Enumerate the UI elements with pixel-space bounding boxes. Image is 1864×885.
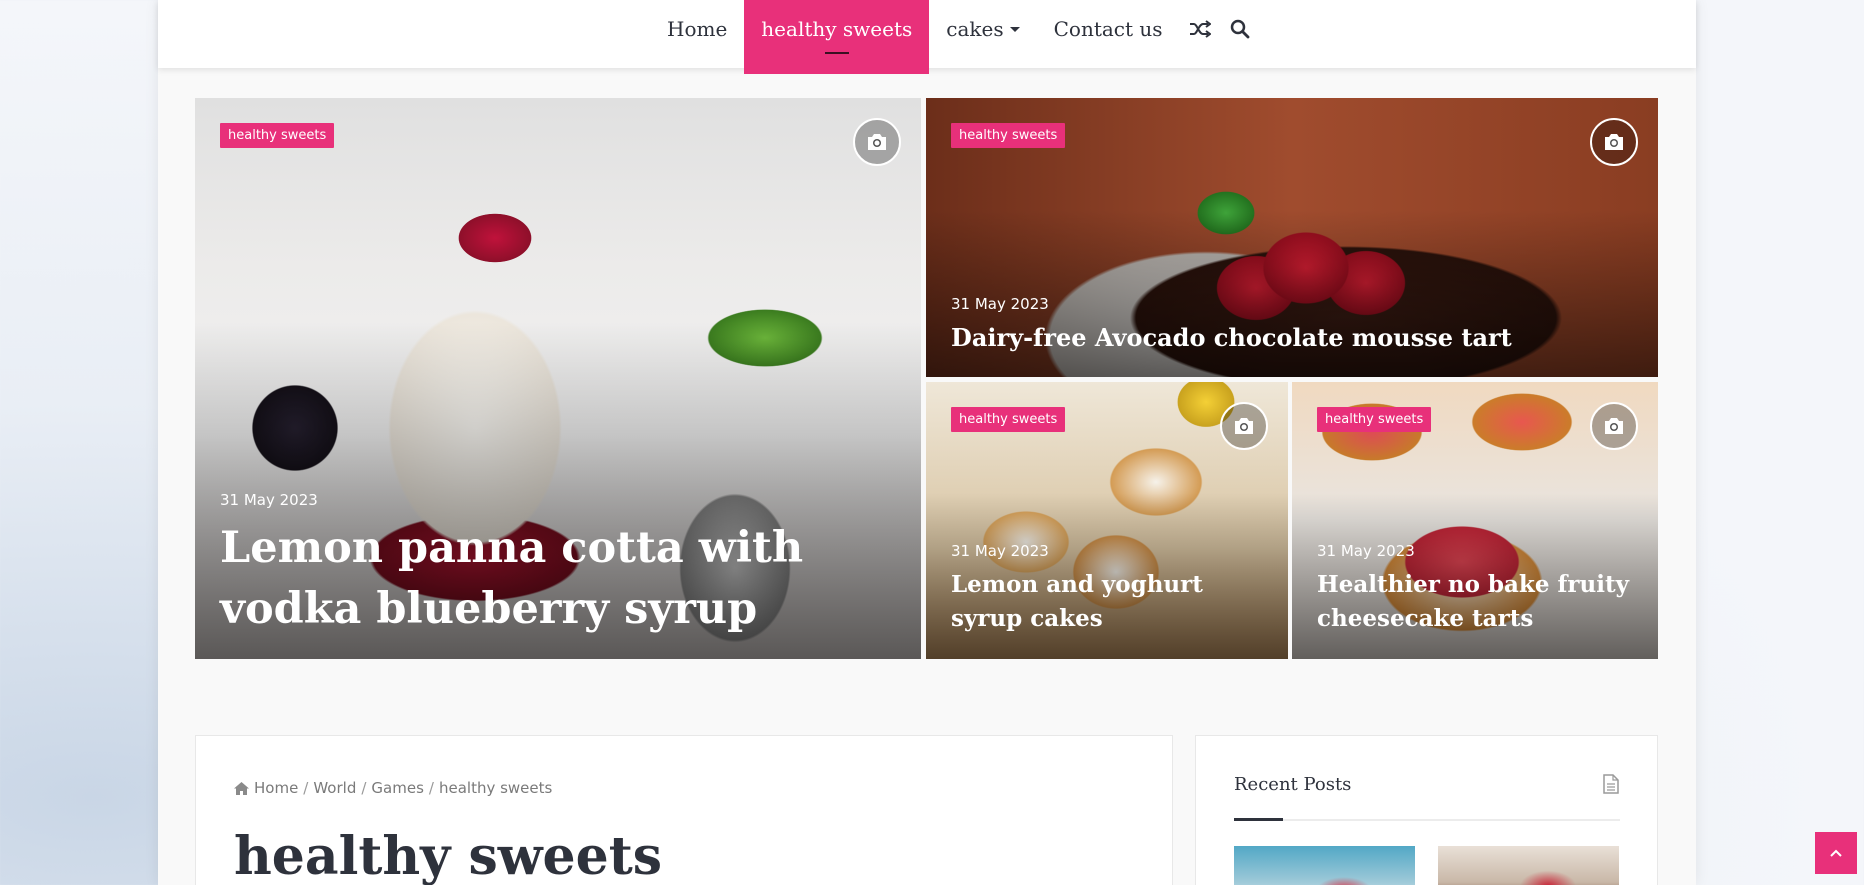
- chevron-up-icon: [1830, 849, 1842, 857]
- scroll-to-top-button[interactable]: [1815, 832, 1857, 874]
- category-badge[interactable]: healthy sweets: [1317, 407, 1432, 432]
- shuffle-icon[interactable]: [1180, 0, 1220, 58]
- category-badge[interactable]: healthy sweets: [220, 123, 335, 148]
- document-icon: [1603, 774, 1619, 799]
- category-badge[interactable]: healthy sweets: [951, 407, 1066, 432]
- nav-item-contact[interactable]: Contact us: [1037, 0, 1180, 58]
- featured-post-bottom-left[interactable]: healthy sweets 31 May 2023 Lemon and yog…: [926, 382, 1288, 659]
- nav-item-label: Home: [667, 17, 728, 41]
- breadcrumb-separator: /: [361, 779, 367, 797]
- post-date: 31 May 2023: [951, 542, 1049, 560]
- post-title[interactable]: Healthier no bake fruity cheesecake tart…: [1317, 568, 1633, 636]
- breadcrumb: Home / World / Games / healthy sweets: [234, 779, 552, 797]
- main-menu: Home healthy sweets cakes Contact us: [650, 0, 1260, 74]
- category-badge[interactable]: healthy sweets: [951, 123, 1066, 148]
- search-icon[interactable]: [1220, 0, 1260, 58]
- main-content: Home / World / Games / healthy sweets he…: [195, 735, 1173, 885]
- camera-icon: [1590, 118, 1638, 166]
- recent-post-thumbnail[interactable]: [1438, 846, 1619, 885]
- post-date: 31 May 2023: [951, 295, 1049, 313]
- post-title[interactable]: Dairy-free Avocado chocolate mousse tart: [951, 322, 1633, 354]
- featured-posts-grid: healthy sweets 31 May 2023 Lemon panna c…: [195, 98, 1658, 659]
- page-container: Home healthy sweets cakes Contact us hea…: [158, 0, 1696, 885]
- featured-post-top-right[interactable]: healthy sweets 31 May 2023 Dairy-free Av…: [926, 98, 1658, 377]
- camera-icon: [1220, 402, 1268, 450]
- nav-item-cakes[interactable]: cakes: [929, 0, 1036, 58]
- breadcrumb-games[interactable]: Games: [371, 779, 423, 797]
- post-date: 31 May 2023: [1317, 542, 1415, 560]
- recent-post-thumbnail[interactable]: [1234, 846, 1415, 885]
- camera-icon: [853, 118, 901, 166]
- breadcrumb-world[interactable]: World: [313, 779, 356, 797]
- featured-post-bottom-right[interactable]: healthy sweets 31 May 2023 Healthier no …: [1292, 382, 1658, 659]
- nav-item-healthy-sweets[interactable]: healthy sweets: [744, 0, 930, 74]
- caret-down-icon: [1009, 26, 1020, 32]
- sidebar-widget-recent-posts: Recent Posts: [1195, 735, 1658, 885]
- breadcrumb-separator: /: [428, 779, 434, 797]
- home-icon: [234, 781, 249, 795]
- page-title: healthy sweets: [234, 826, 662, 885]
- breadcrumb-current: healthy sweets: [438, 779, 553, 797]
- widget-title: Recent Posts: [1234, 774, 1352, 795]
- widget-divider: [1234, 819, 1620, 821]
- top-navigation: Home healthy sweets cakes Contact us: [158, 0, 1696, 74]
- nav-item-label: cakes: [946, 17, 1004, 41]
- post-title[interactable]: Lemon panna cotta with vodka blueberry s…: [220, 518, 896, 640]
- featured-post-main[interactable]: healthy sweets 31 May 2023 Lemon panna c…: [195, 98, 921, 659]
- nav-item-label: Contact us: [1053, 17, 1163, 41]
- widget-divider-accent: [1234, 818, 1283, 821]
- camera-icon: [1590, 402, 1638, 450]
- breadcrumb-separator: /: [303, 779, 309, 797]
- nav-item-label: healthy sweets: [761, 17, 913, 41]
- nav-item-home[interactable]: Home: [650, 0, 744, 58]
- breadcrumb-home[interactable]: Home: [254, 779, 298, 797]
- post-date: 31 May 2023: [220, 491, 318, 509]
- post-title[interactable]: Lemon and yoghurt syrup cakes: [951, 568, 1263, 636]
